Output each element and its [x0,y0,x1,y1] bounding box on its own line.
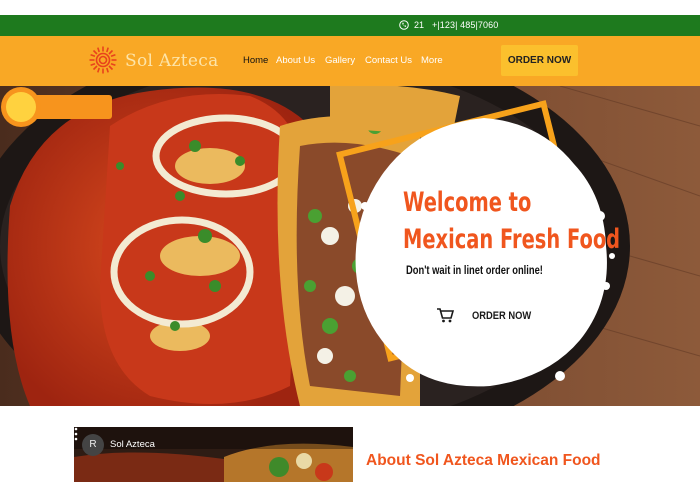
nav-item-contact-us[interactable]: Contact Us [365,55,412,66]
hero-tagline: Don't wait in linet order online! [406,263,543,277]
nav-item-home[interactable]: Home [243,55,268,66]
hero-order-button[interactable] [0,86,114,128]
sun-icon[interactable] [88,45,118,75]
nav-item-about-us[interactable]: About Us [276,55,315,66]
video-player[interactable]: R Sol Azteca [74,427,353,482]
hero-title-line1: Welcome to [403,187,532,218]
about-section: R Sol Azteca About Sol Azteca Mexican Fo… [0,406,700,500]
top-strip [0,0,700,15]
main-navigation: Sol Azteca Home About Us Gallery Contact… [0,36,700,86]
nav-item-gallery[interactable]: Gallery [325,55,355,66]
nav-item-more[interactable]: More [421,55,443,66]
logo-text[interactable]: Sol Azteca [125,51,219,71]
more-vert-icon[interactable] [74,427,78,441]
hero-order-label[interactable]: ORDER NOW [472,310,531,322]
phone-number[interactable]: +|123| 485|7060 [432,20,498,30]
cart-icon [437,308,454,323]
hero-title-line2: Mexican Fresh Food [403,224,621,255]
video-thumbnail [74,427,353,482]
about-title: About Sol Azteca Mexican Food [366,452,601,469]
contact-count: 21 [414,20,425,30]
order-now-button[interactable]: ORDER NOW [501,45,578,76]
phone-icon [399,20,409,30]
channel-avatar[interactable]: R [82,434,104,456]
contact-bar: 21 +|123| 485|7060 [0,15,700,36]
hero-banner: Welcome to Mexican Fresh Food Don't wait… [0,86,700,406]
video-title[interactable]: Sol Azteca [110,439,155,450]
